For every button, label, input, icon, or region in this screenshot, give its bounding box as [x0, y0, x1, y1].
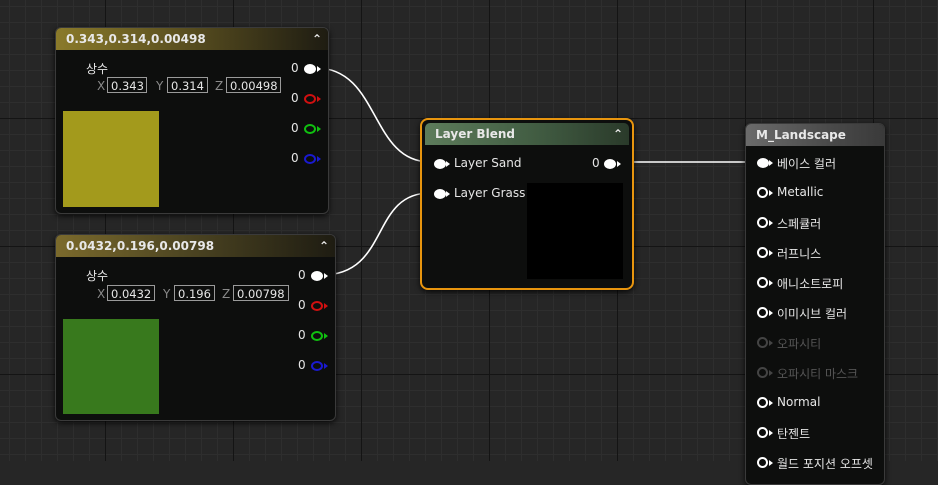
- constant-node-1-header[interactable]: 0.343,0.314,0.00498 ⌃: [56, 28, 328, 50]
- x-value-field[interactable]: 0.0432: [107, 285, 155, 301]
- collapse-chevron-icon[interactable]: ⌃: [613, 123, 623, 145]
- z-value-field[interactable]: 0.00498: [226, 77, 281, 93]
- constant-node-1-title: 0.343,0.314,0.00498: [66, 32, 206, 46]
- output-arrow-icon: [317, 126, 321, 132]
- constant-node-2[interactable]: 0.0432,0.196,0.00798 ⌃ 상수 X 0.0432 Y 0.1…: [55, 234, 336, 421]
- input-metallic-pin-icon[interactable]: [757, 187, 768, 198]
- color-preview-swatch: [63, 111, 159, 207]
- output-r-pin-icon[interactable]: [304, 94, 316, 104]
- wire-const1-to-layer-sand[interactable]: [315, 67, 431, 163]
- output-rgb-label: 0: [298, 268, 306, 282]
- output-arrow-icon: [324, 303, 328, 309]
- material-header[interactable]: M_Landscape: [746, 124, 884, 146]
- output-arrow-icon: [317, 96, 321, 102]
- layer-blend-node[interactable]: Layer Blend ⌃ Layer Sand Layer Grass 0: [420, 118, 634, 290]
- output-b-label: 0: [298, 358, 306, 372]
- constant-node-2-header[interactable]: 0.0432,0.196,0.00798 ⌃: [56, 235, 335, 257]
- input-layer-sand-label: Layer Sand: [454, 156, 522, 170]
- input-arrow-icon: [446, 191, 450, 197]
- input-arrow-icon: [769, 340, 773, 346]
- output-rgb-label: 0: [291, 61, 299, 75]
- material-title: M_Landscape: [756, 128, 846, 142]
- output-arrow-icon: [617, 161, 621, 167]
- z-value-field[interactable]: 0.00798: [233, 285, 289, 301]
- input-arrow-icon: [769, 400, 773, 406]
- input-arrow-icon: [769, 280, 773, 286]
- layer-blend-preview: [527, 183, 623, 279]
- input-arrow-icon: [769, 250, 773, 256]
- input-tangent-pin-icon[interactable]: [757, 427, 768, 438]
- collapse-chevron-icon[interactable]: ⌃: [319, 235, 329, 257]
- z-label: Z: [222, 287, 231, 301]
- y-value-field[interactable]: 0.314: [167, 77, 208, 93]
- input-layer-grass-pin-icon[interactable]: [434, 189, 446, 199]
- input-arrow-icon: [769, 190, 773, 196]
- constant-type-label: 상수: [86, 269, 109, 283]
- output-arrow-icon: [317, 156, 321, 162]
- y-label: Y: [163, 287, 171, 301]
- input-arrow-icon: [769, 430, 773, 436]
- output-r-label: 0: [298, 298, 306, 312]
- x-value-field[interactable]: 0.343: [107, 77, 147, 93]
- output-arrow-icon: [324, 333, 328, 339]
- output-b-pin-icon[interactable]: [311, 361, 323, 371]
- constant-type-label: 상수: [86, 62, 109, 76]
- input-metallic-label: Metallic: [777, 185, 824, 199]
- output-g-pin-icon[interactable]: [304, 124, 316, 134]
- output-b-label: 0: [291, 151, 299, 165]
- material-result-node[interactable]: M_Landscape 베이스 컬러 Metallic 스페큘러 러프니스 애니…: [745, 123, 885, 485]
- output-r-pin-icon[interactable]: [311, 301, 323, 311]
- input-arrow-icon: [769, 220, 773, 226]
- x-label: X: [97, 287, 106, 301]
- y-label: Y: [156, 79, 164, 93]
- output-arrow-icon: [317, 66, 321, 72]
- collapse-chevron-icon[interactable]: ⌃: [312, 28, 322, 50]
- output-label: 0: [592, 156, 600, 170]
- output-pin-icon[interactable]: [604, 159, 616, 169]
- input-normal-pin-icon[interactable]: [757, 397, 768, 408]
- layer-blend-title: Layer Blend: [435, 127, 515, 141]
- output-g-label: 0: [298, 328, 306, 342]
- input-opacity-pin-icon: [757, 337, 768, 348]
- z-label: Z: [215, 79, 224, 93]
- input-layer-grass-label: Layer Grass: [454, 186, 526, 200]
- input-specular-pin-icon[interactable]: [757, 217, 768, 228]
- input-world-position-offset-label: 월드 포지션 오프셋: [777, 457, 873, 471]
- output-g-pin-icon[interactable]: [311, 331, 323, 341]
- input-emissive-color-pin-icon[interactable]: [757, 307, 768, 318]
- output-r-label: 0: [291, 91, 299, 105]
- input-arrow-icon: [769, 370, 773, 376]
- x-label: X: [97, 79, 106, 93]
- input-opacity-label: 오파시티: [777, 337, 822, 351]
- constant-node-2-title: 0.0432,0.196,0.00798: [66, 239, 215, 253]
- y-value-field[interactable]: 0.196: [174, 285, 215, 301]
- color-preview-swatch: [63, 319, 159, 414]
- input-specular-label: 스페큘러: [777, 217, 822, 231]
- input-arrow-icon: [769, 310, 773, 316]
- input-base-color-label: 베이스 컬러: [777, 157, 837, 171]
- layer-blend-header[interactable]: Layer Blend ⌃: [425, 123, 629, 145]
- output-arrow-icon: [324, 273, 328, 279]
- input-arrow-icon: [446, 161, 450, 167]
- input-layer-sand-pin-icon[interactable]: [434, 159, 446, 169]
- input-tangent-label: 탄젠트: [777, 427, 811, 441]
- output-rgb-pin-icon[interactable]: [304, 64, 316, 74]
- constant-node-1[interactable]: 0.343,0.314,0.00498 ⌃ 상수 X 0.343 Y 0.314…: [55, 27, 329, 214]
- input-opacity-mask-label: 오파시티 마스크: [777, 367, 859, 381]
- input-emissive-color-label: 이미시브 컬러: [777, 307, 848, 321]
- output-arrow-icon: [324, 363, 328, 369]
- input-roughness-label: 러프니스: [777, 247, 822, 261]
- input-world-position-offset-pin-icon[interactable]: [757, 457, 768, 468]
- input-normal-label: Normal: [777, 395, 821, 409]
- input-anisotropy-pin-icon[interactable]: [757, 277, 768, 288]
- input-arrow-icon: [769, 160, 773, 166]
- output-b-pin-icon[interactable]: [304, 154, 316, 164]
- input-roughness-pin-icon[interactable]: [757, 247, 768, 258]
- output-g-label: 0: [291, 121, 299, 135]
- output-rgb-pin-icon[interactable]: [311, 271, 323, 281]
- input-anisotropy-label: 애니소트로피: [777, 277, 844, 291]
- wire-const2-to-layer-grass[interactable]: [321, 192, 431, 276]
- input-base-color-pin-icon[interactable]: [757, 158, 769, 168]
- input-opacity-mask-pin-icon: [757, 367, 768, 378]
